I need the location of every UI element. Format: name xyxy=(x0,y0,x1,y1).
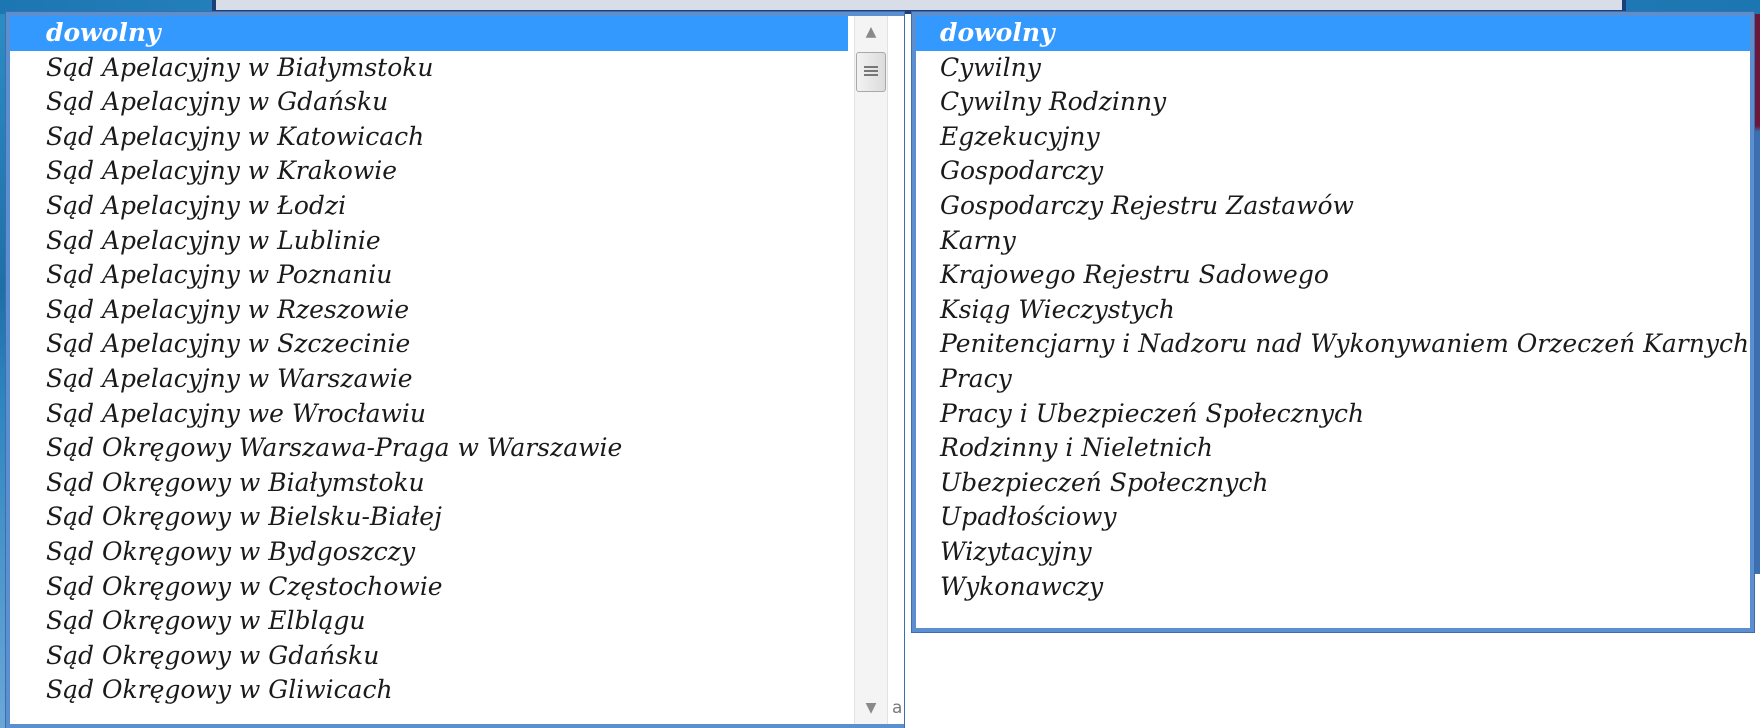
court-option[interactable]: Sąd Okręgowy w Gliwicach xyxy=(10,673,848,708)
department-option[interactable]: Wykonawczy xyxy=(916,570,1750,605)
court-option[interactable]: Sąd Apelacyjny we Wrocławiu xyxy=(10,397,848,432)
court-option[interactable]: Sąd Apelacyjny w Gdańsku xyxy=(10,85,848,120)
page-text-fragment: a xyxy=(892,698,903,718)
screen: dowolny Sąd Apelacyjny w Białymstoku Sąd A… xyxy=(0,0,1760,728)
department-option[interactable]: Ksiąg Wieczystych xyxy=(916,293,1750,328)
scrollbar-track[interactable] xyxy=(854,16,888,724)
court-option[interactable]: Sąd Okręgowy w Częstochowie xyxy=(10,570,848,605)
court-list-scrollbar[interactable]: ▲ ▼ a xyxy=(848,16,904,724)
court-option[interactable]: Sąd Apelacyjny w Rzeszowie xyxy=(10,293,848,328)
department-option[interactable]: Upadłościowy xyxy=(916,500,1750,535)
department-option[interactable]: Gospodarczy Rejestru Zastawów xyxy=(916,189,1750,224)
court-option[interactable]: Sąd Okręgowy w Gdańsku xyxy=(10,639,848,674)
chevron-down-icon[interactable]: ▼ xyxy=(854,692,888,724)
court-option[interactable]: Sąd Apelacyjny w Łodzi xyxy=(10,189,848,224)
department-option[interactable]: Krajowego Rejestru Sadowego xyxy=(916,258,1750,293)
department-dropdown-list[interactable]: dowolny Cywilny Cywilny Rodzinny Egzekucyjn… xyxy=(912,12,1754,632)
department-option[interactable]: Cywilny xyxy=(916,51,1750,86)
court-dropdown-list[interactable]: dowolny Sąd Apelacyjny w Białymstoku Sąd A… xyxy=(6,12,904,728)
department-option[interactable]: dowolny xyxy=(916,16,1750,51)
department-option[interactable]: Pracy xyxy=(916,362,1750,397)
court-option[interactable]: Sąd Apelacyjny w Krakowie xyxy=(10,154,848,189)
court-option[interactable]: dowolny xyxy=(10,16,848,51)
court-option[interactable]: Sąd Apelacyjny w Katowicach xyxy=(10,120,848,155)
department-option[interactable]: Cywilny Rodzinny xyxy=(916,85,1750,120)
court-option[interactable]: Sąd Okręgowy w Bydgoszczy xyxy=(10,535,848,570)
court-options: dowolny Sąd Apelacyjny w Białymstoku Sąd A… xyxy=(10,16,848,708)
department-option[interactable]: Penitencjarny i Nadzoru nad Wykonywaniem… xyxy=(916,327,1750,362)
scrollbar-thumb[interactable] xyxy=(856,52,886,92)
court-option[interactable]: Sąd Okręgowy w Białymstoku xyxy=(10,466,848,501)
court-option[interactable]: Sąd Apelacyjny w Warszawie xyxy=(10,362,848,397)
court-option[interactable]: Sąd Okręgowy w Elblągu xyxy=(10,604,848,639)
page-background xyxy=(908,632,1760,728)
court-option[interactable]: Sąd Apelacyjny w Poznaniu xyxy=(10,258,848,293)
court-option[interactable]: Sąd Apelacyjny w Szczecinie xyxy=(10,327,848,362)
court-option[interactable]: Sąd Okręgowy w Bielsku-Białej xyxy=(10,500,848,535)
department-option[interactable]: Rodzinny i Nieletnich xyxy=(916,431,1750,466)
court-option[interactable]: Sąd Apelacyjny w Lublinie xyxy=(10,224,848,259)
court-option[interactable]: Sąd Apelacyjny w Białymstoku xyxy=(10,51,848,86)
department-option[interactable]: Ubezpieczeń Społecznych xyxy=(916,466,1750,501)
department-option[interactable]: Egzekucyjny xyxy=(916,120,1750,155)
department-options: dowolny Cywilny Cywilny Rodzinny Egzekucyjn… xyxy=(916,16,1750,604)
department-option[interactable]: Wizytacyjny xyxy=(916,535,1750,570)
department-option[interactable]: Karny xyxy=(916,224,1750,259)
court-option[interactable]: Sąd Okręgowy Warszawa-Praga w Warszawie xyxy=(10,431,848,466)
department-option[interactable]: Gospodarczy xyxy=(916,154,1750,189)
department-option[interactable]: Pracy i Ubezpieczeń Społecznych xyxy=(916,397,1750,432)
grip-icon xyxy=(864,66,878,78)
chevron-up-icon[interactable]: ▲ xyxy=(854,16,888,48)
